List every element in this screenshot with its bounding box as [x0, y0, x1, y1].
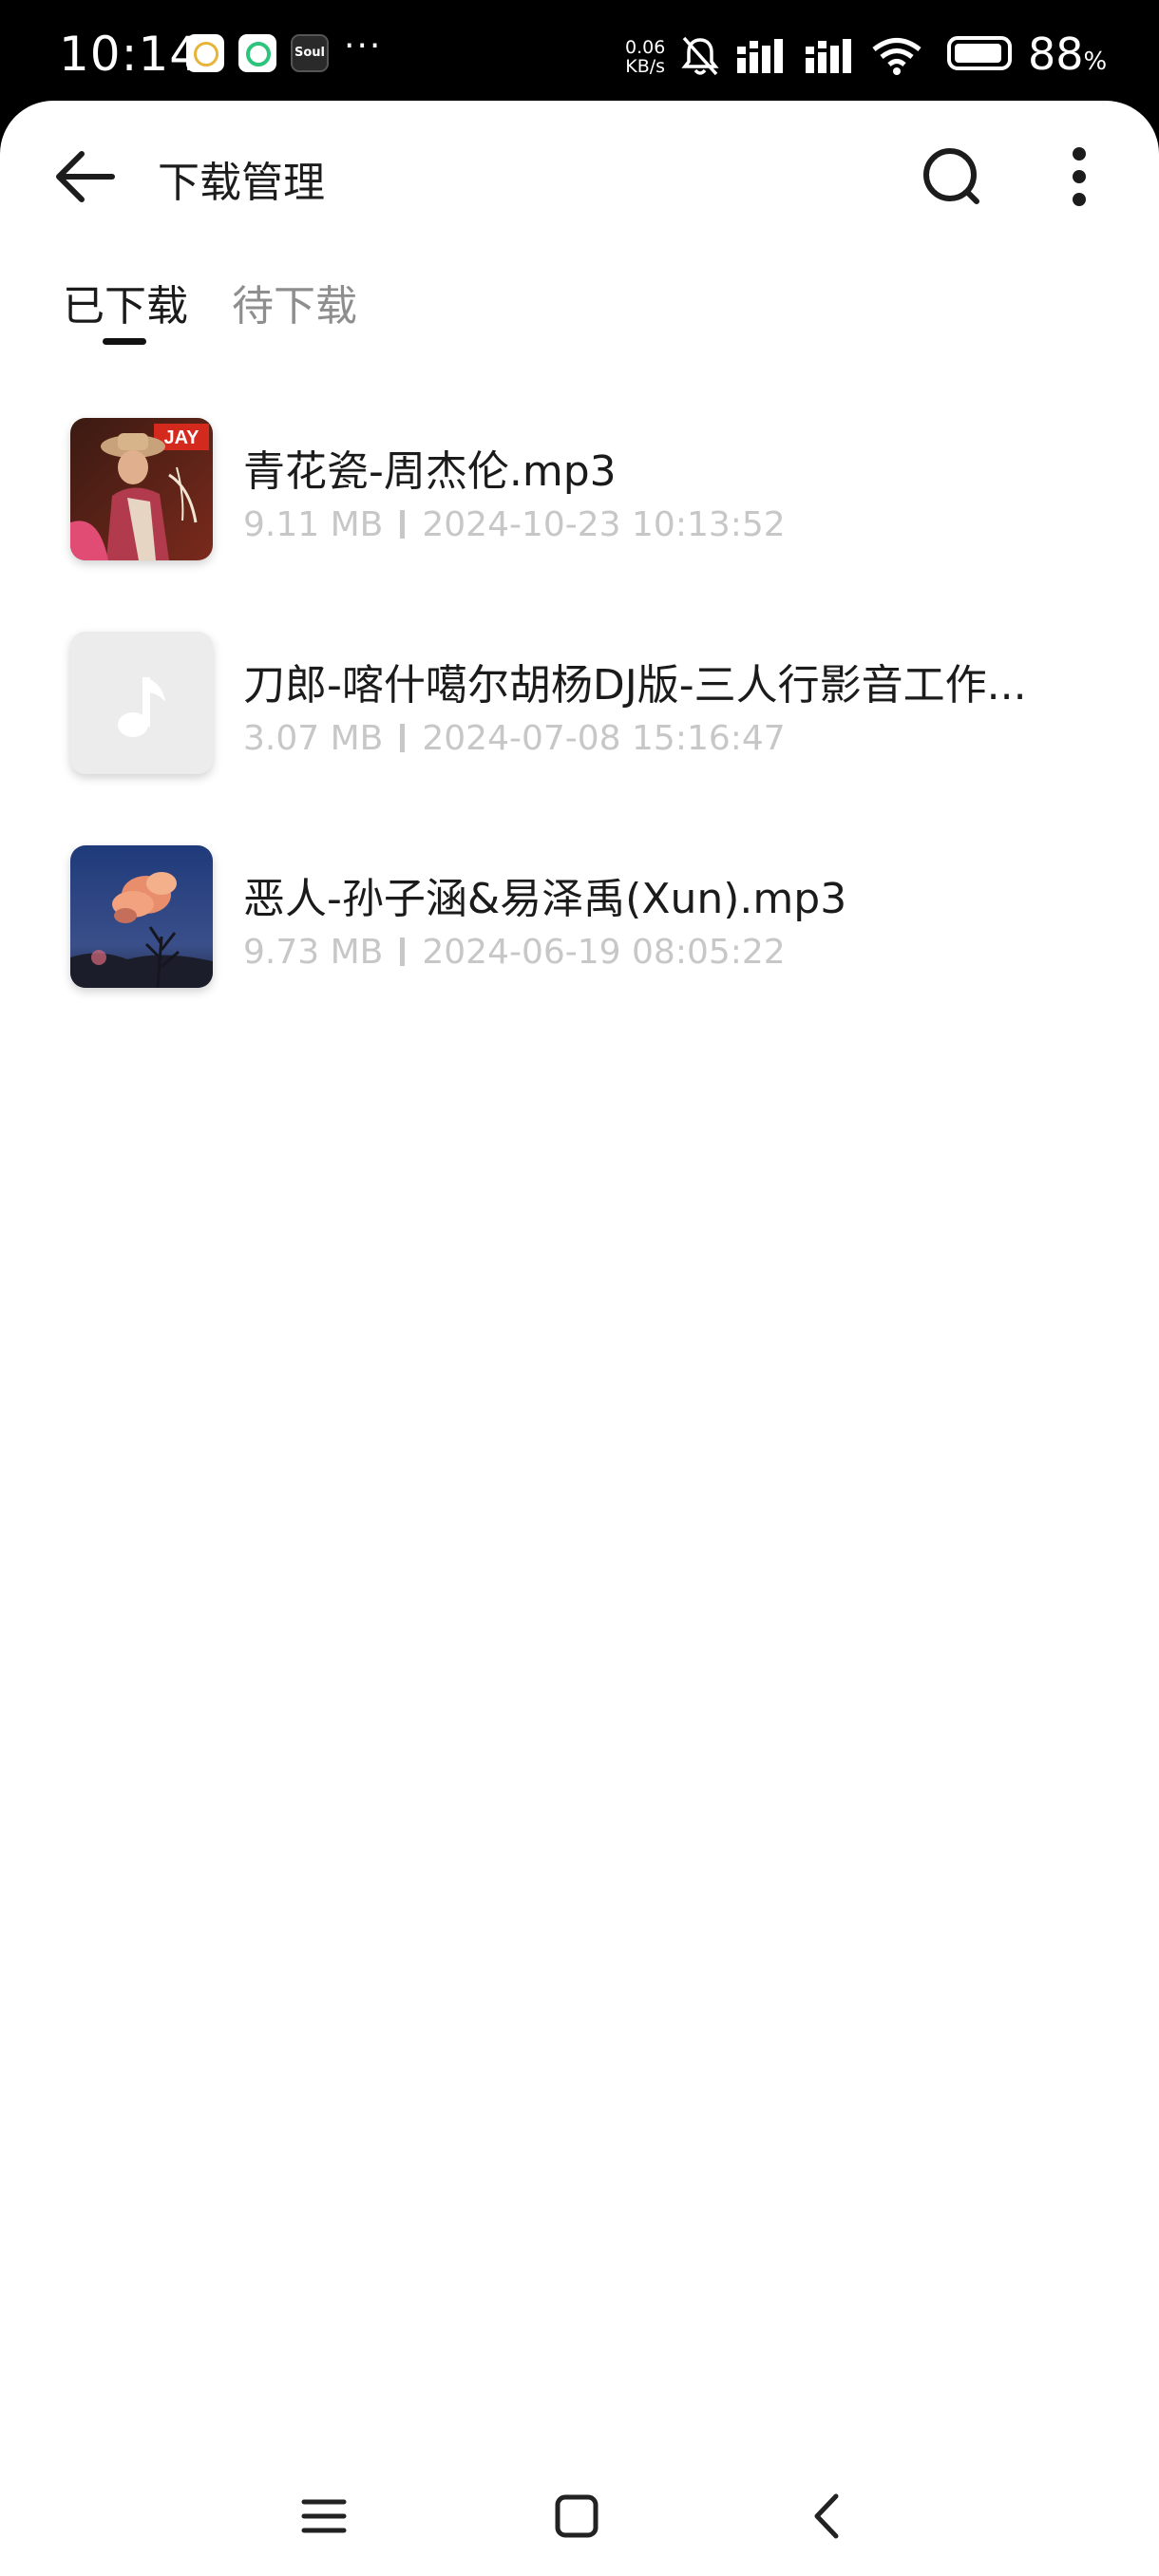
green-ring-app-icon	[238, 34, 276, 72]
file-date: 2024-07-08 15:16:47	[422, 719, 786, 758]
home-square-icon	[555, 2494, 598, 2538]
meta-divider	[400, 938, 406, 966]
active-tab-indicator	[103, 338, 146, 345]
tab-pending[interactable]: 待下载	[232, 272, 357, 332]
list-item[interactable]: 刀郎-喀什噶尔胡杨DJ版-三人行影音工作... 3.07 MB 2024-07-0…	[0, 628, 1159, 780]
file-date: 2024-06-19 08:05:22	[422, 933, 786, 972]
file-title: 刀郎-喀什噶尔胡杨DJ版-三人行影音工作...	[243, 661, 1027, 710]
more-options-button[interactable]	[1049, 139, 1110, 215]
soul-app-icon: Soul	[291, 34, 329, 72]
list-item[interactable]: JAY 青花瓷-周杰伦.mp3 9.11 MB 2024-10-23 10:13:…	[0, 414, 1159, 566]
meta-divider	[400, 510, 406, 539]
battery-level: 88%	[1028, 28, 1107, 80]
network-speed-unit: KB/s	[625, 56, 666, 77]
list-item[interactable]: 恶人-孙子涵&易泽禹(Xun).mp3 9.73 MB 2024-06-19 08…	[0, 842, 1159, 994]
battery-level-value: 88	[1028, 28, 1084, 80]
bell-off-icon	[681, 36, 719, 76]
back-nav-button[interactable]	[796, 2483, 863, 2549]
more-vertical-icon	[1073, 147, 1086, 206]
download-manager-page: 下载管理 已下载 待下载 JAY 青花瓷-周杰伦.mp3 9.11 MB 202…	[0, 101, 1159, 2576]
signal-icon	[737, 39, 783, 73]
file-title: 恶人-孙子涵&易泽禹(Xun).mp3	[243, 875, 847, 923]
status-bar: 10:14 Soul ··· 0.06 KB/s 88%	[0, 0, 1159, 104]
file-meta: 3.07 MB 2024-07-08 15:16:47	[243, 719, 786, 758]
battery-level-unit: %	[1083, 47, 1108, 76]
wifi-icon	[872, 38, 922, 75]
file-size: 3.07 MB	[243, 719, 384, 758]
file-size: 9.11 MB	[243, 505, 384, 544]
status-time: 10:14	[59, 27, 201, 82]
home-button[interactable]	[543, 2483, 610, 2549]
album-art-cloud-sky	[70, 845, 213, 988]
back-button[interactable]	[48, 139, 124, 215]
status-icons	[680, 34, 922, 78]
file-meta: 9.11 MB 2024-10-23 10:13:52	[243, 505, 786, 544]
file-size: 9.73 MB	[243, 933, 384, 972]
album-art-jay: JAY	[70, 418, 213, 560]
meta-divider	[400, 724, 406, 752]
network-speed: 0.06 KB/s	[625, 38, 665, 76]
file-title: 青花瓷-周杰伦.mp3	[243, 447, 617, 496]
signal-icon	[806, 39, 851, 73]
file-meta: 9.73 MB 2024-06-19 08:05:22	[243, 933, 786, 972]
search-button[interactable]	[914, 139, 990, 215]
file-date: 2024-10-23 10:13:52	[422, 505, 786, 544]
circle-app-icon	[186, 34, 224, 72]
system-navigation-bar	[0, 2460, 1159, 2576]
more-notifications-indicator: ···	[344, 27, 383, 66]
music-note-placeholder-icon	[70, 632, 213, 774]
page-title: 下载管理	[158, 159, 325, 207]
search-icon	[923, 148, 979, 204]
menu-button[interactable]	[291, 2483, 357, 2549]
network-speed-value: 0.06	[625, 37, 666, 58]
menu-icon	[301, 2499, 347, 2533]
back-chevron-icon	[814, 2493, 839, 2539]
tab-downloaded[interactable]: 已下载	[63, 272, 188, 332]
battery-icon	[947, 36, 1012, 70]
album-badge-text: JAY	[163, 427, 200, 448]
arrow-left-icon	[56, 151, 115, 202]
